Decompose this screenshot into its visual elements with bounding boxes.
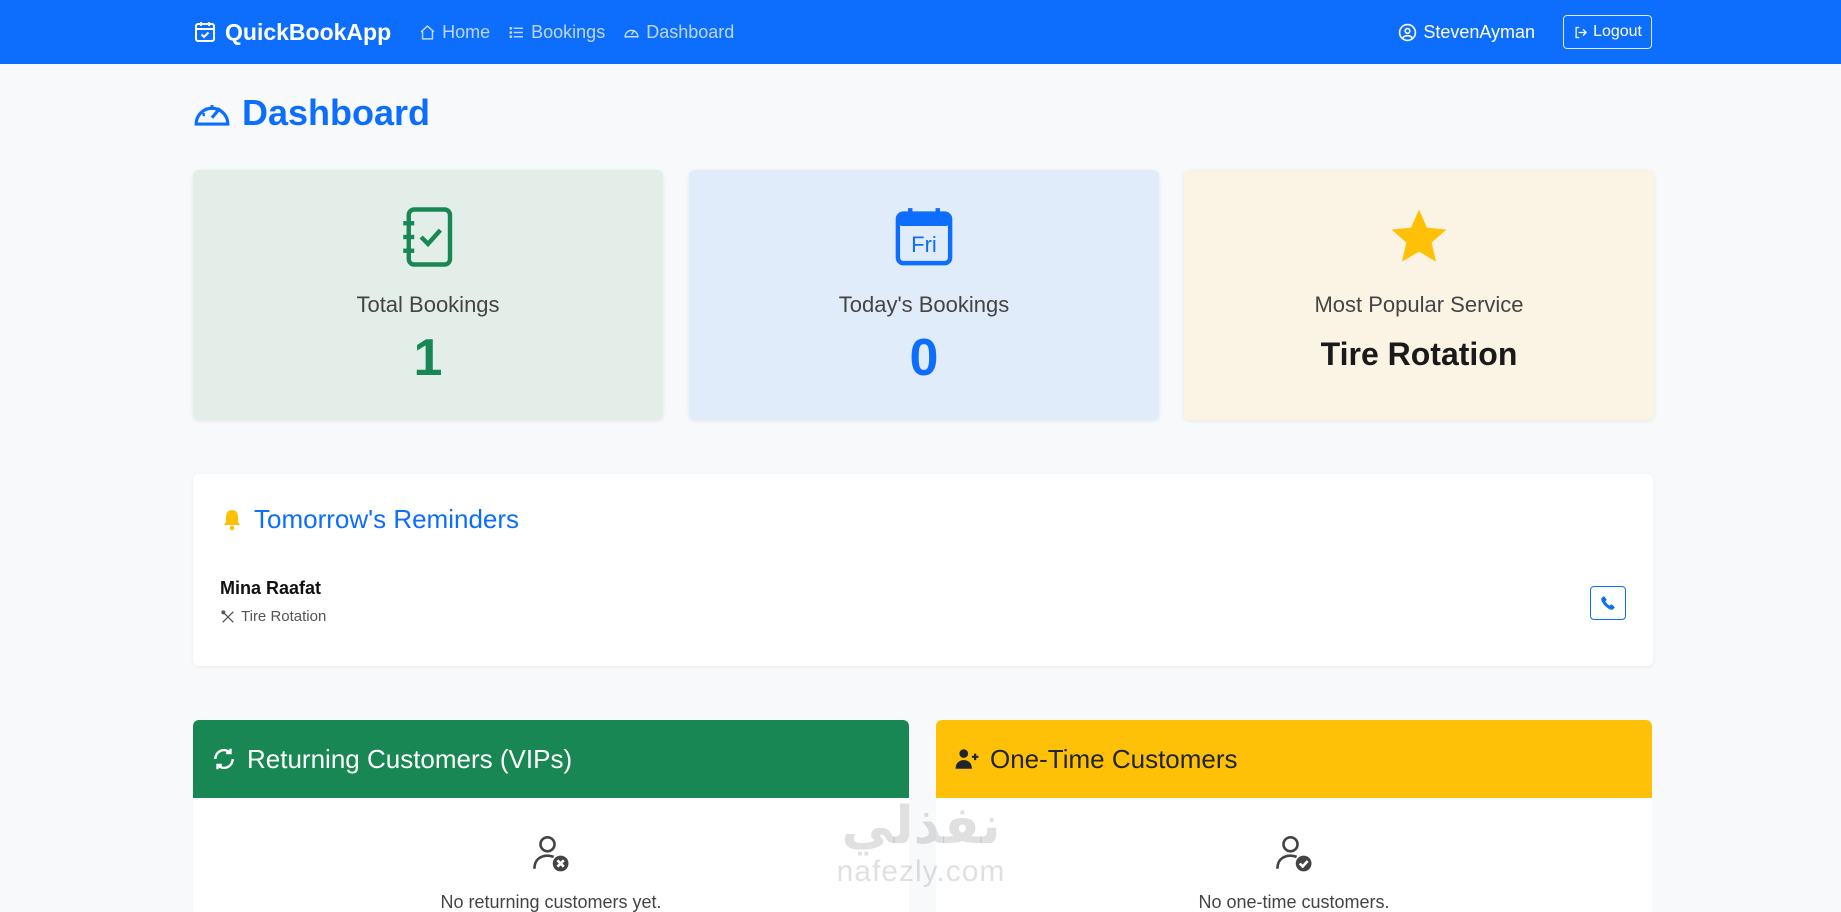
call-button[interactable] bbox=[1590, 586, 1626, 620]
nav-links: Home Bookings Dashboard bbox=[419, 22, 734, 43]
telephone-icon bbox=[1601, 596, 1615, 610]
journal-check-icon bbox=[403, 207, 453, 267]
one-time-customers-header: One-Time Customers bbox=[936, 720, 1652, 798]
one-time-customers-body: No one-time customers. bbox=[936, 798, 1652, 912]
page-title-text: Dashboard bbox=[242, 92, 431, 133]
stat-value: 0 bbox=[909, 329, 939, 387]
nav-right: StevenAyman Logout bbox=[1398, 15, 1652, 49]
reminders-title-text: Tomorrow's Reminders bbox=[254, 504, 520, 534]
nav-home-label: Home bbox=[442, 21, 491, 42]
house-icon bbox=[420, 24, 435, 40]
person-plus-icon bbox=[955, 749, 979, 769]
stat-label: Today's Bookings bbox=[838, 292, 1010, 317]
list-icon bbox=[509, 26, 524, 38]
one-time-customers-empty: No one-time customers. bbox=[1198, 892, 1390, 912]
calendar-day-icon: Fri bbox=[895, 208, 953, 266]
reminders-title: Tomorrow's Reminders bbox=[220, 504, 519, 535]
returning-customers-empty: No returning customers yet. bbox=[440, 892, 662, 912]
brand-link[interactable]: QuickBookApp bbox=[193, 19, 391, 46]
username: StevenAyman bbox=[1423, 21, 1536, 42]
reminder-service: Tire Rotation bbox=[220, 608, 326, 625]
stat-label: Total Bookings bbox=[356, 292, 500, 317]
reminder-service-label: Tire Rotation bbox=[241, 608, 327, 625]
person-x-icon bbox=[533, 835, 569, 872]
stat-label: Most Popular Service bbox=[1314, 292, 1524, 317]
navbar: QuickBookApp Home Bookings Dashboard Ste… bbox=[0, 0, 1841, 64]
user-menu[interactable]: StevenAyman bbox=[1398, 22, 1535, 43]
stat-value: 1 bbox=[413, 329, 443, 387]
returning-customers-header: Returning Customers (VIPs) bbox=[193, 720, 909, 798]
total-bookings-card: Total Bookings 1 bbox=[193, 170, 663, 420]
calendar-day-text: Fri bbox=[911, 232, 937, 257]
nav-bookings-label: Bookings bbox=[531, 21, 606, 42]
returning-customers-panel: Returning Customers (VIPs) No returning … bbox=[193, 720, 909, 912]
bell-icon bbox=[224, 509, 240, 530]
calendar-check-icon bbox=[195, 22, 215, 42]
returning-customers-title: Returning Customers (VIPs) bbox=[247, 743, 573, 774]
logout-button[interactable]: Logout bbox=[1563, 15, 1652, 49]
nav-home[interactable]: Home bbox=[419, 22, 490, 43]
page-title: Dashboard bbox=[193, 92, 430, 134]
logout-label: Logout bbox=[1593, 23, 1642, 40]
nav-bookings[interactable]: Bookings bbox=[508, 22, 605, 43]
nav-dashboard[interactable]: Dashboard bbox=[623, 22, 734, 43]
tools-icon bbox=[221, 609, 234, 623]
reminders-card: Tomorrow's Reminders Mina Raafat Tire Ro… bbox=[193, 474, 1653, 666]
brand-name: QuickBookApp bbox=[225, 18, 392, 45]
stat-value: Tire Rotation bbox=[1320, 336, 1518, 372]
speedometer-icon bbox=[624, 29, 639, 37]
reminder-customer-name: Mina Raafat bbox=[220, 578, 322, 598]
watermark-latin: nafezly.com bbox=[836, 855, 1006, 888]
speedometer-icon bbox=[194, 105, 230, 126]
person-circle-icon bbox=[1399, 23, 1417, 41]
refresh-icon bbox=[214, 748, 234, 770]
one-time-customers-title: One-Time Customers bbox=[990, 743, 1238, 774]
watermark-arabic: نفذلي bbox=[841, 796, 1001, 856]
one-time-customers-panel: One-Time Customers No one-time customers… bbox=[936, 720, 1652, 912]
returning-customers-body: No returning customers yet. bbox=[193, 798, 909, 912]
logout-icon bbox=[1575, 26, 1588, 38]
watermark: نفذلي nafezly.com bbox=[816, 796, 1026, 888]
star-icon bbox=[1391, 209, 1447, 262]
todays-bookings-card: Fri Today's Bookings 0 bbox=[689, 170, 1159, 420]
nav-dashboard-label: Dashboard bbox=[646, 21, 735, 42]
person-check-icon bbox=[1276, 835, 1312, 872]
popular-service-card: Most Popular Service Tire Rotation bbox=[1184, 170, 1654, 420]
navbar-inner: QuickBookApp Home Bookings Dashboard Ste… bbox=[193, 0, 1652, 64]
